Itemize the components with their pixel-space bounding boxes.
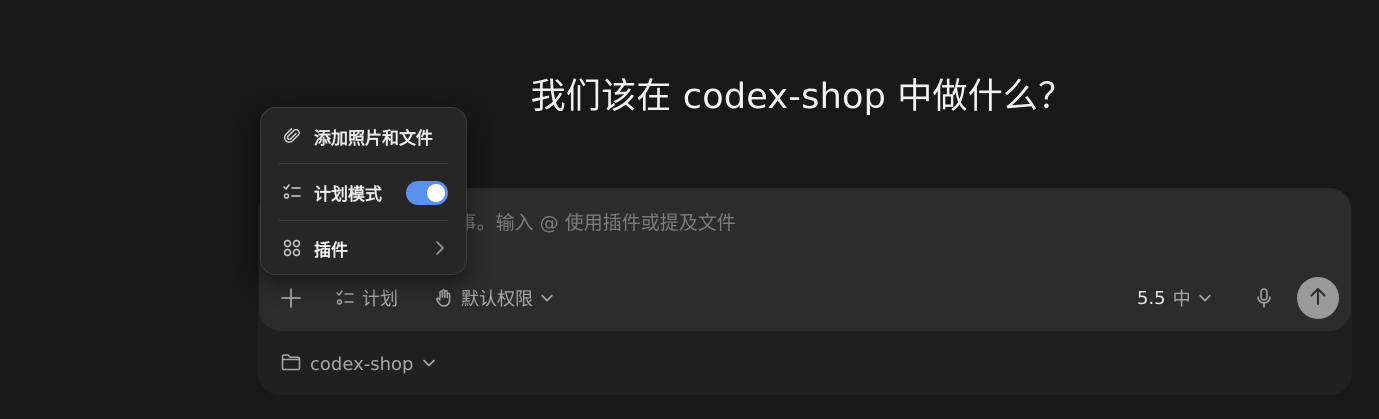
folder-icon (281, 353, 301, 376)
microphone-icon (1254, 287, 1274, 309)
plan-label: 计划 (362, 289, 398, 310)
add-menu-popup: 添加照片和文件 计划模式 插件 (260, 107, 467, 275)
menu-divider (279, 163, 448, 164)
plan-button[interactable]: 计划 (335, 280, 398, 316)
chevron-down-icon (422, 354, 436, 375)
paperclip-icon (281, 125, 303, 147)
menu-item-add-files[interactable]: 添加照片和文件 (261, 114, 466, 158)
permission-dropdown[interactable]: 默认权限 (434, 280, 554, 316)
model-dropdown[interactable]: 5.5 中 (1137, 280, 1212, 316)
chevron-right-icon (434, 239, 446, 262)
arrow-up-icon (1307, 285, 1329, 311)
menu-divider (279, 220, 448, 221)
project-selector[interactable]: codex-shop (281, 347, 436, 381)
hand-icon (434, 288, 454, 308)
chevron-down-icon (540, 291, 554, 305)
menu-item-plan-mode[interactable]: 计划模式 (261, 170, 466, 214)
menu-item-label: 插件 (314, 240, 348, 261)
menu-item-label: 计划模式 (314, 184, 382, 205)
plan-mode-toggle[interactable] (406, 181, 448, 205)
new-thread-page: 我们该在 codex-shop 中做什么？ 计划 (0, 0, 1379, 419)
menu-item-label: 添加照片和文件 (314, 128, 433, 149)
toggle-knob (427, 184, 445, 202)
voice-input-button[interactable] (1254, 280, 1274, 316)
menu-item-plugins[interactable]: 插件 (261, 226, 466, 270)
page-title: 我们该在 codex-shop 中做什么？ (530, 77, 1074, 117)
model-version: 5.5 (1137, 287, 1166, 309)
project-name: codex-shop (310, 353, 414, 375)
chevron-down-icon (1198, 291, 1212, 305)
model-effort: 中 (1172, 289, 1191, 310)
send-button[interactable] (1297, 277, 1339, 319)
grid-dots-icon (281, 237, 303, 259)
checklist-icon (281, 181, 303, 203)
permission-label: 默认权限 (461, 289, 533, 310)
add-button[interactable] (280, 280, 302, 316)
composer-toolbar: 计划 默认权限 5.5 中 (259, 280, 1351, 316)
checklist-icon (335, 288, 355, 308)
plus-icon (280, 287, 302, 309)
